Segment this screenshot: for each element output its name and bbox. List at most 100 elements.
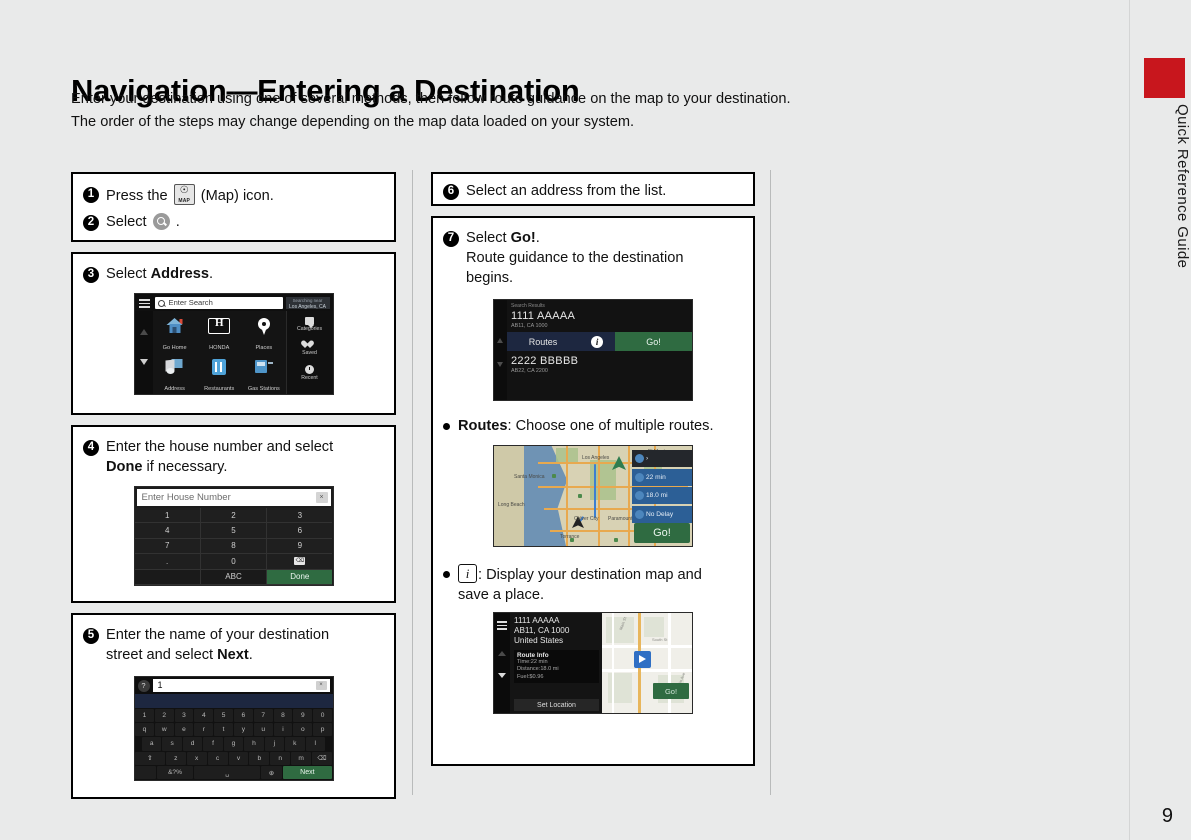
route-map-screen[interactable]: Los Angeles Santa Monica Long Beach El M… <box>494 446 692 546</box>
key-c[interactable]: c <box>207 751 228 766</box>
key-k[interactable]: k <box>285 737 305 751</box>
key-x[interactable]: x <box>186 751 207 766</box>
info-button[interactable]: i <box>579 332 616 351</box>
search-input[interactable]: Enter Search <box>154 297 283 309</box>
key-q[interactable]: q <box>135 722 154 737</box>
shift-icon[interactable]: ⇧ <box>135 751 165 766</box>
help-icon[interactable]: ? <box>137 680 150 692</box>
clear-icon[interactable]: × <box>315 681 327 690</box>
result-item-1-title[interactable]: 1111 AAAAA <box>507 309 692 322</box>
key-v[interactable]: v <box>228 751 249 766</box>
go-button[interactable]: Go! <box>653 683 689 699</box>
keypad-key-8[interactable]: 8 <box>200 538 268 555</box>
keypad-key-1[interactable]: 1 <box>134 508 201 524</box>
key-e[interactable]: e <box>174 722 194 737</box>
clear-icon[interactable]: × <box>315 492 328 503</box>
key-num-6[interactable]: 6 <box>233 708 253 722</box>
key-l[interactable]: l <box>305 737 325 751</box>
key-num-8[interactable]: 8 <box>273 708 293 722</box>
key-s[interactable]: s <box>162 737 182 751</box>
key-h[interactable]: h <box>244 737 264 751</box>
rail-item-categories[interactable]: Categories <box>287 317 333 332</box>
rail-item-recent[interactable]: Recent <box>287 365 333 381</box>
key-b[interactable]: b <box>249 751 270 766</box>
scroll-up-icon[interactable] <box>498 651 506 656</box>
route-icon <box>635 454 644 463</box>
symbols-button[interactable]: &?% <box>156 766 194 780</box>
tile-address[interactable]: Address <box>153 353 197 394</box>
key-num-7[interactable]: 7 <box>253 708 273 722</box>
keypad-key-backspace[interactable]: ⌫ <box>267 554 333 570</box>
key-num-2[interactable]: 2 <box>154 708 174 722</box>
key-d[interactable]: d <box>182 737 203 751</box>
street-name-keyboard-screen[interactable]: ? 1 × 1 2 3 4 5 6 7 8 9 0 q w e r t y u … <box>134 677 333 780</box>
key-j[interactable]: j <box>264 737 285 751</box>
key-i[interactable]: i <box>273 722 293 737</box>
set-location-button[interactable]: Set Location <box>514 699 599 711</box>
scroll-up-icon[interactable] <box>497 338 503 343</box>
keypad-key-7[interactable]: 7 <box>134 538 201 555</box>
route-panel-header[interactable]: › <box>632 450 692 467</box>
street-name-input[interactable]: 1 × <box>152 679 330 692</box>
scroll-up-icon[interactable] <box>139 329 148 335</box>
key-n[interactable]: n <box>270 751 291 766</box>
keypad-key-3[interactable]: 3 <box>267 508 333 524</box>
scroll-down-icon[interactable] <box>497 362 503 367</box>
keypad-key-2[interactable]: 2 <box>200 508 268 524</box>
scroll-down-icon[interactable] <box>498 673 506 678</box>
keypad-key-6[interactable]: 6 <box>267 523 333 539</box>
destination-map[interactable]: South St Main St Elm Ave Go! <box>602 613 692 713</box>
tile-go-home[interactable]: Go Home <box>153 312 197 353</box>
key-f[interactable]: f <box>203 737 223 751</box>
key-num-9[interactable]: 9 <box>293 708 313 722</box>
done-button[interactable]: Done <box>267 569 333 585</box>
keypad-key-5[interactable]: 5 <box>200 523 268 539</box>
key-z[interactable]: z <box>165 751 186 766</box>
key-w[interactable]: w <box>154 722 174 737</box>
language-icon[interactable]: ⊕ <box>261 766 282 780</box>
key-a[interactable]: a <box>142 737 162 751</box>
key-num-3[interactable]: 3 <box>174 708 194 722</box>
key-num-4[interactable]: 4 <box>194 708 214 722</box>
key-o[interactable]: o <box>293 722 313 737</box>
key-p[interactable]: p <box>313 722 332 737</box>
house-number-keypad-screen[interactable]: Enter House Number × 1 2 3 4 5 6 7 8 9 .… <box>134 487 333 585</box>
next-button[interactable]: Next <box>282 766 332 780</box>
tile-honda[interactable]: HONDA <box>197 312 241 353</box>
hamburger-icon[interactable] <box>138 299 150 308</box>
tile-gas-stations[interactable]: Gas Stations <box>242 353 286 394</box>
searching-near-badge[interactable]: Searching near Los Angeles, CA <box>285 297 330 310</box>
abc-button[interactable]: ABC <box>200 569 268 585</box>
key-num-0[interactable]: 0 <box>313 708 332 722</box>
house-number-input[interactable]: Enter House Number × <box>136 489 331 506</box>
key-r[interactable]: r <box>194 722 214 737</box>
key-u[interactable]: u <box>253 722 273 737</box>
key-num-5[interactable]: 5 <box>214 708 233 722</box>
hamburger-icon[interactable] <box>497 621 507 632</box>
keypad-key-9[interactable]: 9 <box>267 538 333 555</box>
routes-button[interactable]: Routes <box>507 332 580 351</box>
space-key[interactable]: ␣ <box>194 766 261 780</box>
tile-places[interactable]: Places <box>242 312 286 353</box>
result-item-2-title[interactable]: 2222 BBBBB <box>507 351 692 367</box>
key-t[interactable]: t <box>214 722 233 737</box>
destination-info-screen[interactable]: 1111 AAAAA AB11, CA 1000 United States R… <box>494 613 692 713</box>
nav-menu-screen[interactable]: Enter Search Searching near Los Angeles,… <box>134 294 333 394</box>
scroll-down-icon[interactable] <box>139 359 148 365</box>
search-results-screen[interactable]: Search Results 1111 AAAAA AB11, CA 1000 … <box>494 300 692 400</box>
go-button[interactable]: Go! <box>634 523 690 543</box>
nav-menu-scroll-rail[interactable] <box>134 311 153 394</box>
results-scroll-rail[interactable] <box>494 300 507 400</box>
key-num-1[interactable]: 1 <box>135 708 154 722</box>
key-g[interactable]: g <box>223 737 244 751</box>
backspace-icon[interactable]: ⌫ <box>312 751 332 766</box>
key-y[interactable]: y <box>233 722 253 737</box>
go-button[interactable]: Go! <box>615 332 692 351</box>
keypad-key-0[interactable]: 0 <box>200 554 268 570</box>
keypad-key-4[interactable]: 4 <box>134 523 201 539</box>
key-m[interactable]: m <box>291 751 312 766</box>
keypad-key-dot[interactable]: . <box>134 554 201 570</box>
step-5-line-2-post: . <box>248 647 253 663</box>
tile-restaurants[interactable]: Restaurants <box>197 353 241 394</box>
rail-item-saved[interactable]: Saved <box>287 341 333 356</box>
